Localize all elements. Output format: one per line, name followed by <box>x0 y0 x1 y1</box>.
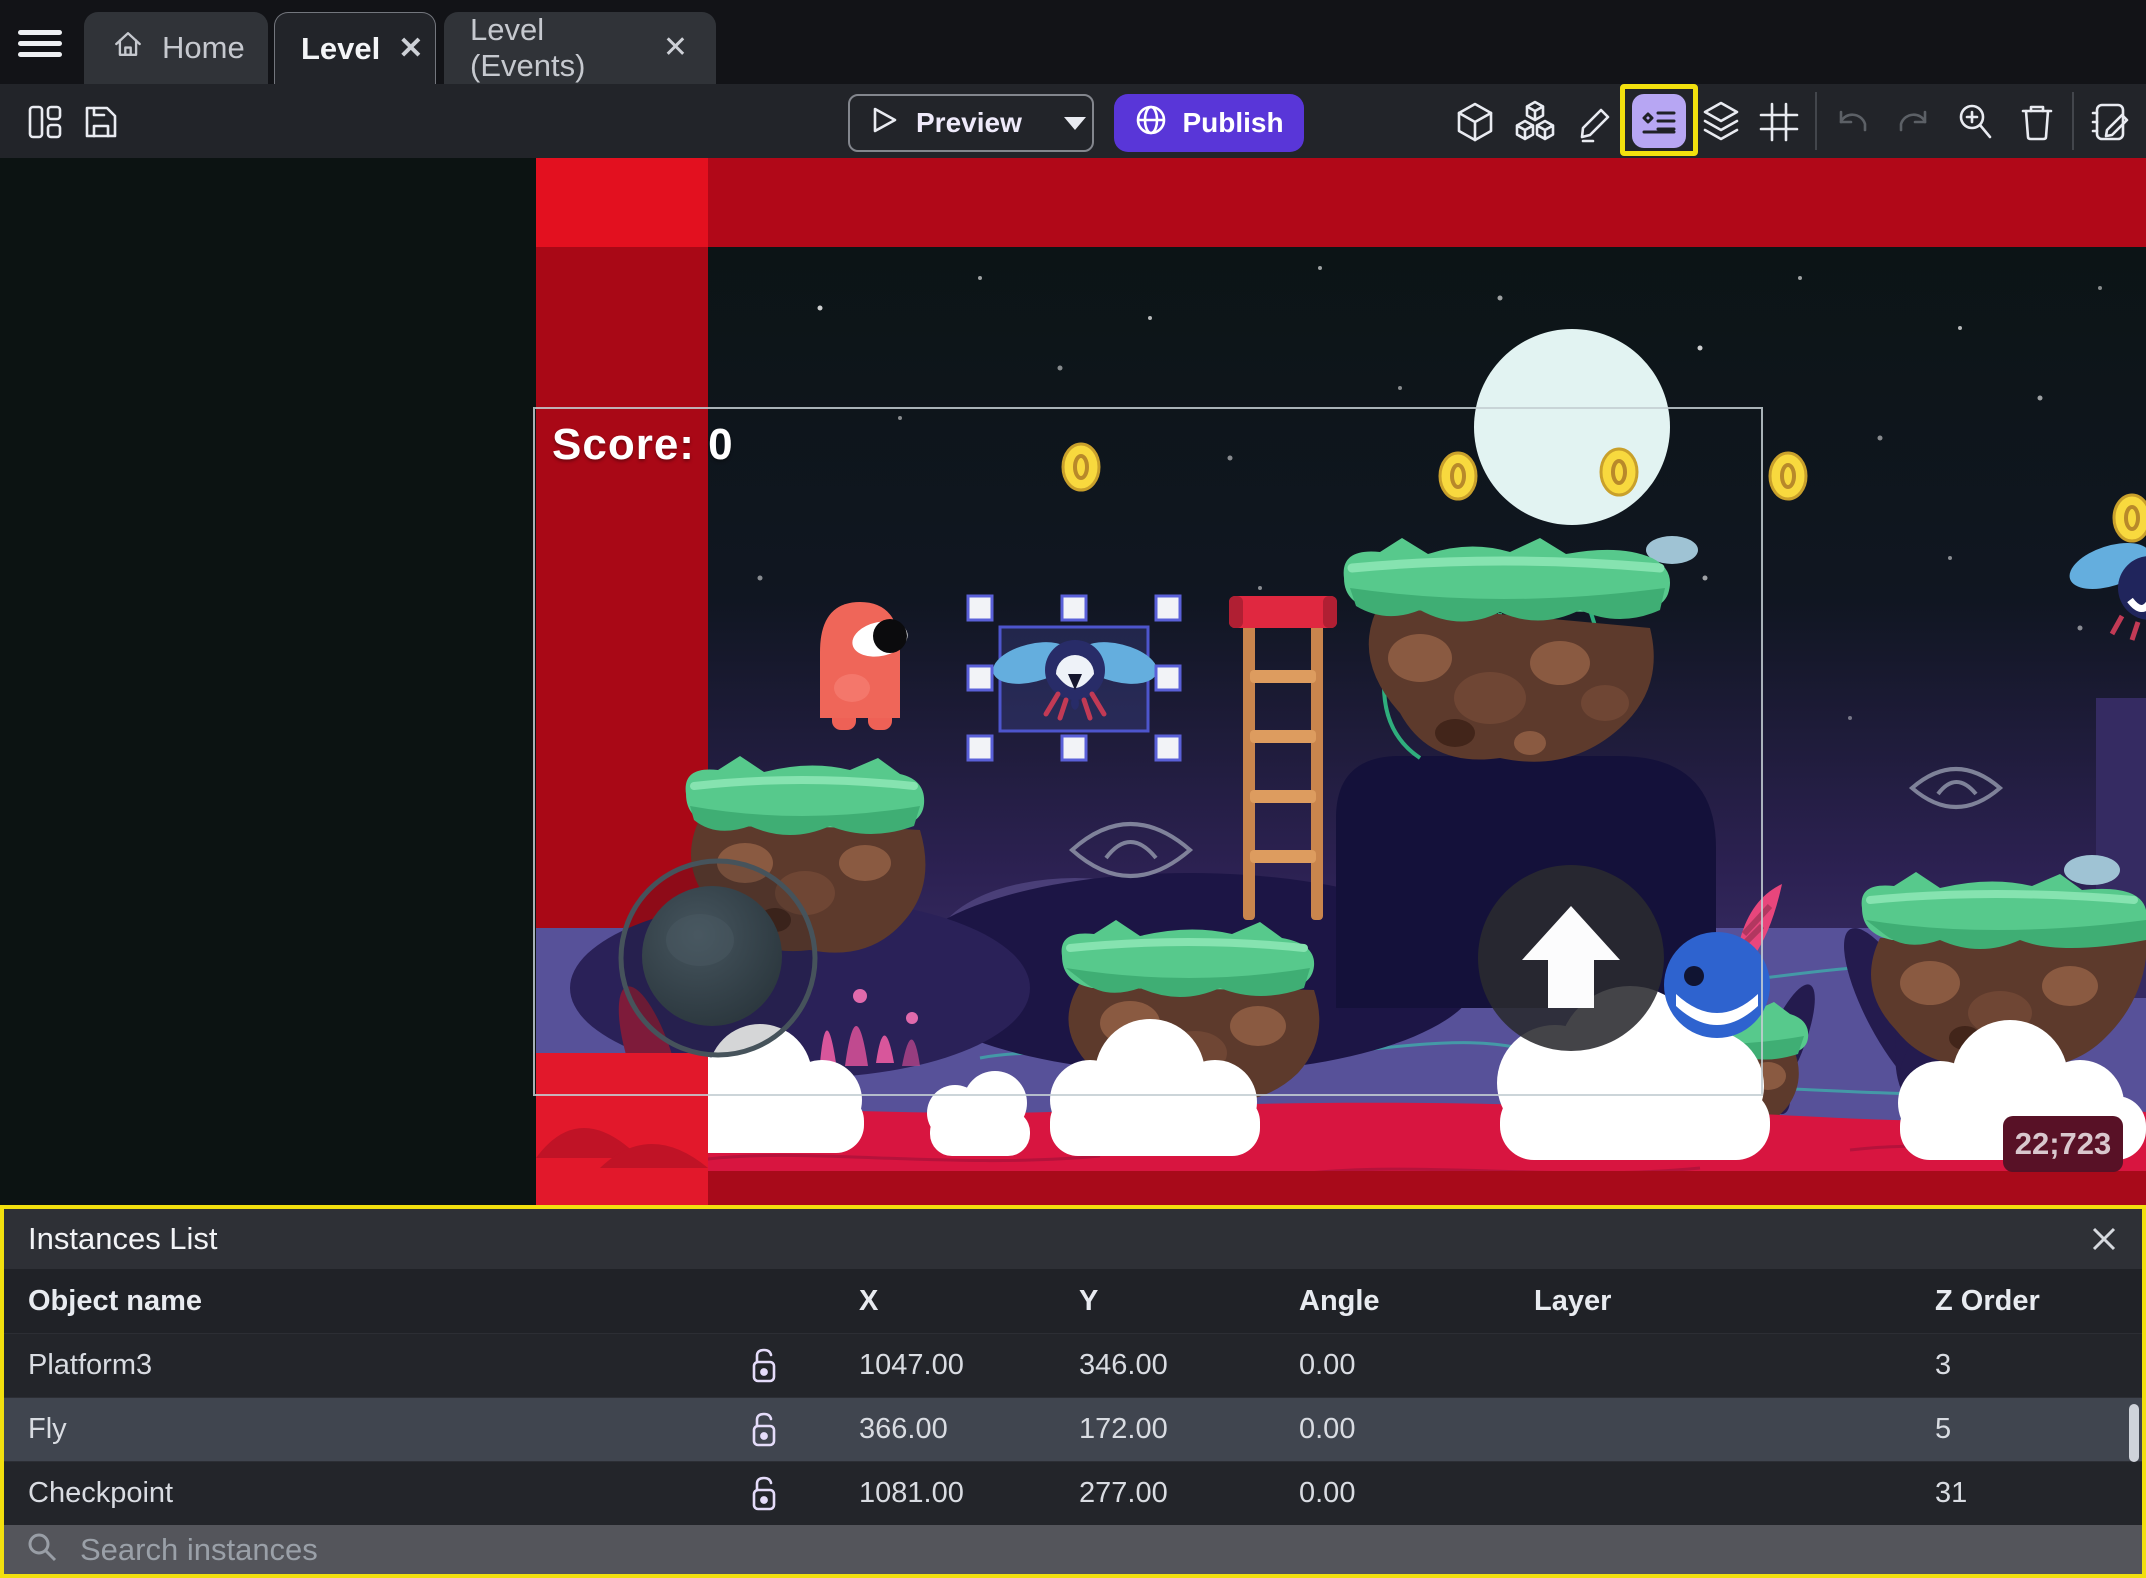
search-bar <box>4 1525 2142 1574</box>
zoom-in-icon[interactable] <box>1952 99 1998 145</box>
chevron-down-icon[interactable] <box>1063 116 1086 130</box>
close-icon[interactable]: ✕ <box>396 33 425 64</box>
joystick-control[interactable] <box>618 858 818 1058</box>
column-header: Angle <box>1299 1284 1380 1317</box>
table-row[interactable]: Checkpoint 1081.00 277.00 0.00 31 <box>4 1461 2142 1525</box>
column-header: Z Order <box>1935 1284 2040 1317</box>
instances-list-panel: Instances List Object name X Y Angle Lay… <box>0 1205 2146 1578</box>
table-header-row: Object name X Y Angle Layer Z Order <box>4 1269 2142 1333</box>
home-icon <box>110 26 146 70</box>
lava-strip-bottom <box>536 1053 708 1205</box>
toolbar: Preview Publish <box>0 84 2146 158</box>
publish-button[interactable]: Publish <box>1114 94 1304 152</box>
lava-ceiling[interactable] <box>536 158 2146 247</box>
grid-icon[interactable] <box>1756 99 1802 145</box>
tab-label: Level <box>301 30 381 66</box>
layers-icon[interactable] <box>1698 99 1744 145</box>
play-icon <box>872 106 898 141</box>
scene-properties-icon[interactable] <box>2088 99 2134 145</box>
close-panel-button[interactable] <box>2084 1219 2124 1259</box>
bottom-red-band <box>536 1171 2146 1205</box>
toolbar-divider <box>1815 92 1817 150</box>
close-icon[interactable]: ✕ <box>661 33 690 63</box>
save-icon[interactable] <box>78 99 124 145</box>
preview-button[interactable]: Preview <box>848 94 1094 152</box>
lock-icon[interactable] <box>724 1475 804 1513</box>
trash-icon[interactable] <box>2014 99 2060 145</box>
table-row-selected[interactable]: Fly 366.00 172.00 0.00 5 <box>4 1397 2142 1461</box>
tab-level-events[interactable]: Level (Events) ✕ <box>444 12 716 84</box>
scrollbar-thumb[interactable] <box>2129 1404 2139 1462</box>
lock-icon[interactable] <box>724 1411 804 1449</box>
editor-window: Home Level ✕ Level (Events) ✕ Preview Pu… <box>0 0 2146 1578</box>
objects-cube-icon[interactable] <box>1452 99 1498 145</box>
layout-panels-icon[interactable] <box>22 99 68 145</box>
tab-label: Level (Events) <box>470 12 586 83</box>
tab-bar: Home Level ✕ Level (Events) ✕ <box>0 0 2146 84</box>
globe-icon <box>1134 103 1168 144</box>
search-input[interactable] <box>80 1531 1680 1568</box>
jump-button[interactable] <box>1478 865 1664 1051</box>
publish-label: Publish <box>1182 107 1284 138</box>
edit-pencil-icon[interactable] <box>1574 99 1620 145</box>
scene-canvas[interactable]: Score: 0 22;723 <box>0 158 2146 1205</box>
moon[interactable] <box>1474 329 1670 525</box>
search-icon <box>26 1531 58 1568</box>
menu-icon[interactable] <box>18 24 64 62</box>
preview-label: Preview <box>916 107 1022 138</box>
column-header: X <box>859 1284 879 1317</box>
tab-label: Home <box>162 30 245 65</box>
tab-home[interactable]: Home <box>84 12 268 84</box>
panel-title: Instances List <box>28 1221 218 1256</box>
toolbar-divider <box>2072 92 2074 150</box>
undo-icon[interactable] <box>1830 99 1876 145</box>
tab-level[interactable]: Level ✕ <box>274 12 436 84</box>
column-header: Y <box>1079 1284 1099 1317</box>
table-row[interactable]: Platform3 1047.00 346.00 0.00 3 <box>4 1333 2142 1397</box>
player-character[interactable] <box>820 602 911 730</box>
redo-icon[interactable] <box>1890 99 1936 145</box>
column-header: Object name <box>28 1284 203 1317</box>
object-groups-icon[interactable] <box>1512 99 1558 145</box>
instances-list-icon[interactable] <box>1632 94 1686 148</box>
column-header: Layer <box>1534 1284 1612 1317</box>
lock-icon[interactable] <box>724 1347 804 1385</box>
score-label: Score: 0 <box>552 420 734 469</box>
cursor-coordinates-badge: 22;723 <box>2003 1116 2123 1172</box>
